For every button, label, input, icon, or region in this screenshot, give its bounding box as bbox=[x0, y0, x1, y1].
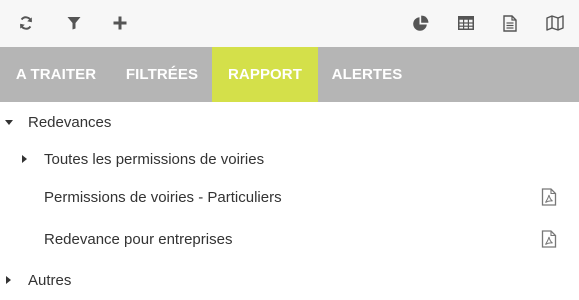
refresh-icon[interactable] bbox=[14, 11, 38, 35]
tab-a-traiter[interactable]: A TRAITER bbox=[0, 47, 112, 102]
tree-group-label: Redevances bbox=[28, 113, 112, 131]
pie-chart-icon[interactable] bbox=[408, 11, 432, 35]
tab-rapport[interactable]: RAPPORT bbox=[212, 47, 318, 102]
tab-bar: A TRAITER FILTRÉES RAPPORT ALERTES bbox=[0, 47, 579, 102]
caret-down-icon[interactable] bbox=[5, 119, 13, 125]
plus-icon[interactable] bbox=[108, 11, 132, 35]
filter-icon[interactable] bbox=[62, 11, 86, 35]
tab-label: ALERTES bbox=[331, 66, 403, 83]
toolbar bbox=[0, 0, 579, 47]
tab-label: FILTRÉES bbox=[125, 66, 199, 83]
map-icon[interactable] bbox=[543, 11, 567, 35]
tree-item-redevance-entreprises[interactable]: Redevance pour entreprises bbox=[0, 221, 579, 257]
tree-item-permissions-particuliers[interactable]: Permissions de voiries - Particuliers bbox=[0, 179, 579, 215]
tree-group-label: Autres bbox=[28, 271, 72, 289]
table-icon[interactable] bbox=[454, 11, 478, 35]
tree-item-toutes-permissions[interactable]: Toutes les permissions de voiries bbox=[0, 141, 579, 177]
tree-item-label: Toutes les permissions de voiries bbox=[44, 150, 265, 168]
tab-label: RAPPORT bbox=[227, 66, 303, 83]
tree-item-label: Redevance pour entreprises bbox=[44, 230, 233, 248]
tab-filtrees[interactable]: FILTRÉES bbox=[112, 47, 212, 102]
pdf-icon[interactable] bbox=[541, 188, 557, 206]
document-icon[interactable] bbox=[498, 11, 522, 35]
tree-group-autres[interactable]: Autres bbox=[0, 262, 579, 298]
tab-label: A TRAITER bbox=[15, 66, 97, 83]
tab-alertes[interactable]: ALERTES bbox=[318, 47, 416, 102]
tree-group-redevances[interactable]: Redevances bbox=[0, 104, 579, 140]
tree-item-label: Permissions de voiries - Particuliers bbox=[44, 188, 282, 206]
caret-right-icon[interactable] bbox=[22, 155, 27, 163]
pdf-icon[interactable] bbox=[541, 230, 557, 248]
caret-right-icon[interactable] bbox=[6, 276, 11, 284]
